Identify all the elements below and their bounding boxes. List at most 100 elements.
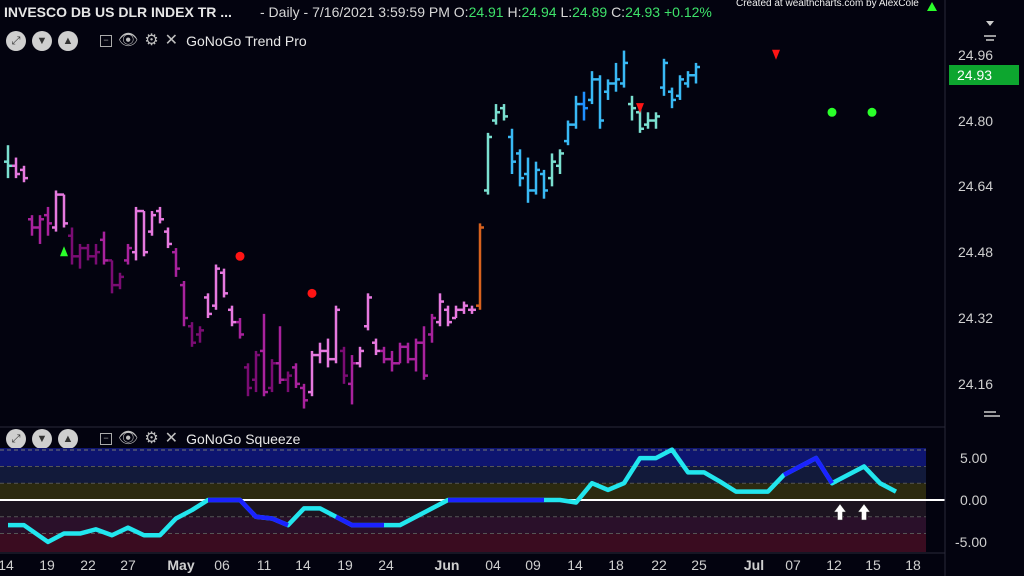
ohlc-bar (28, 215, 36, 236)
y-tick-label: 24.32 (958, 310, 994, 327)
ohlc-bar (20, 165, 28, 183)
ohlc-bar (692, 62, 700, 84)
x-tick-label: 19 (337, 557, 353, 573)
ohlc-bar (612, 62, 620, 92)
ohlc-bar (92, 243, 100, 265)
ohlc-bar (12, 157, 20, 179)
ohlc-bar (164, 227, 172, 249)
ohlc-bar (60, 193, 68, 228)
ohlc-bar (492, 104, 500, 125)
squeeze-band (0, 483, 926, 500)
ohlc-bar (4, 145, 12, 179)
ohlc-bar (516, 149, 524, 187)
ohlc-bar (172, 248, 180, 277)
x-tick-label: 12 (826, 557, 842, 573)
x-tick-label: Jun (434, 557, 460, 573)
ohlc-bar (36, 215, 44, 244)
y-tick-label: 5.00 (960, 450, 988, 467)
ohlc-bar (132, 206, 140, 261)
ohlc-bar (44, 206, 52, 236)
red-triangle-down-marker (772, 49, 780, 60)
x-tick-label: 15 (865, 557, 881, 573)
ohlc-bar (548, 153, 556, 187)
red-dot-marker (235, 251, 245, 261)
x-tick-label: 22 (651, 557, 667, 573)
x-tick-label: 04 (485, 557, 501, 573)
ohlc-bar (180, 280, 188, 327)
y-tick-label: 24.96 (958, 46, 994, 63)
ohlc-bar (484, 132, 492, 195)
green-triangle-up-marker (927, 2, 937, 11)
chevron-down-icon (986, 21, 994, 26)
ohlc-bar (596, 75, 604, 129)
chart-window: INVESCO DB US DLR INDEX TR ... - Daily -… (0, 0, 1024, 576)
ohlc-bar (220, 268, 228, 298)
y-tick-label: 0.00 (960, 492, 988, 508)
ohlc-bar (436, 293, 444, 327)
trend-bars (4, 50, 700, 409)
ohlc-bar (396, 342, 404, 365)
ohlc-bar (108, 259, 116, 294)
ohlc-bar (468, 305, 476, 314)
ohlc-bar (444, 305, 452, 327)
ohlc-bar (652, 112, 660, 129)
ohlc-bar (124, 243, 132, 265)
x-tick-label: 22 (80, 557, 96, 573)
last-price-tag: 24.93 (949, 65, 1019, 85)
ohlc-bar (292, 363, 300, 388)
ohlc-bar (76, 243, 84, 269)
x-tick-label: 14 (0, 557, 14, 573)
x-tick-label: 07 (785, 557, 801, 573)
ohlc-bar (460, 301, 468, 314)
ohlc-bar (556, 149, 564, 175)
ohlc-bar (236, 318, 244, 339)
ohlc-bar (668, 87, 676, 109)
ohlc-bar (452, 305, 460, 320)
x-tick-label: 25 (691, 557, 707, 573)
ohlc-bar (524, 157, 532, 203)
ohlc-bar (228, 305, 236, 327)
ohlc-bar (508, 128, 516, 175)
green-dot-marker (867, 107, 877, 117)
ohlc-bar (676, 75, 684, 100)
ohlc-bar (660, 58, 668, 96)
ohlc-bar (148, 211, 156, 236)
y-tick-label: 24.16 (958, 375, 994, 392)
ohlc-bar (196, 326, 204, 343)
ohlc-bar (340, 346, 348, 384)
ohlc-bar (52, 190, 60, 232)
ohlc-bar (204, 293, 212, 319)
ohlc-bar (84, 243, 92, 261)
ohlc-bar (364, 293, 372, 331)
x-tick-label: 06 (214, 557, 230, 573)
ohlc-bar (532, 161, 540, 195)
x-tick-label: 27 (120, 557, 136, 573)
ohlc-bar (588, 71, 596, 105)
ohlc-bar (252, 350, 260, 393)
ohlc-bar (116, 272, 124, 290)
scale-handle-icon (984, 35, 996, 41)
chart-canvas[interactable] (0, 0, 1024, 576)
x-tick-label: 09 (525, 557, 541, 573)
ohlc-bar (100, 231, 108, 265)
green-dot-marker (827, 107, 837, 117)
ohlc-bar (580, 91, 588, 121)
ohlc-bar (332, 305, 340, 364)
ohlc-bar (372, 338, 380, 356)
x-tick-label: 19 (39, 557, 55, 573)
y-tick-label: 24.80 (958, 112, 994, 129)
green-triangle-up-marker (60, 246, 68, 257)
ohlc-bar (300, 383, 308, 409)
ohlc-bar (404, 342, 412, 364)
ohlc-bar (156, 206, 164, 224)
squeeze-band (0, 500, 926, 517)
y-tick-label: 24.64 (958, 178, 994, 195)
ohlc-bar (68, 227, 76, 265)
ohlc-bar (188, 322, 196, 347)
ohlc-bar (308, 350, 316, 397)
ohlc-bar (572, 95, 580, 129)
x-tick-label: 14 (567, 557, 583, 573)
ohlc-bar (500, 104, 508, 121)
ohlc-bar (620, 50, 628, 88)
trend-markers (60, 2, 937, 298)
